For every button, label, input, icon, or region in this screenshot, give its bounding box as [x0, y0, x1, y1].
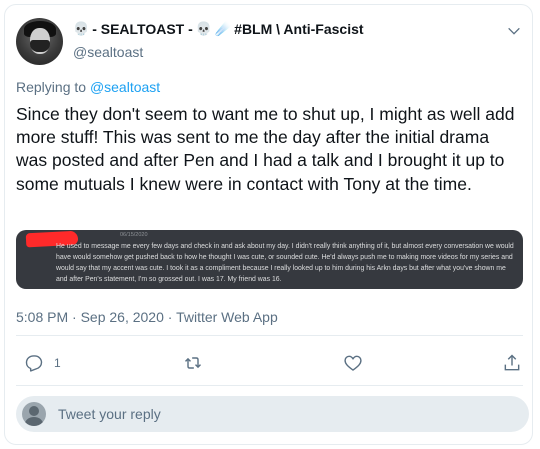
- reply-icon: [25, 355, 43, 372]
- reply-count: 1: [54, 356, 61, 370]
- share-icon: [504, 354, 520, 371]
- display-name-part2: #BLM \ Anti-Fascist: [234, 21, 364, 37]
- tweet-card: 💀 - SEALTOAST - 💀 ☄️ #BLM \ Anti-Fascist…: [4, 4, 533, 445]
- reply-composer[interactable]: [16, 396, 529, 432]
- like-button[interactable]: [343, 351, 363, 375]
- action-bar: 1: [16, 351, 523, 375]
- retweet-icon: [184, 357, 202, 369]
- reply-input[interactable]: [58, 406, 478, 422]
- chevron-down-icon[interactable]: [506, 23, 522, 39]
- divider: [16, 335, 523, 336]
- display-name-part1: - SEALTOAST -: [92, 21, 193, 37]
- share-button[interactable]: [502, 351, 522, 375]
- message-text: He used to message me every few days and…: [56, 243, 514, 283]
- divider: [16, 385, 523, 386]
- retweet-button[interactable]: [183, 351, 203, 375]
- tweet-text: Since they don't seem to want me to shut…: [16, 104, 515, 194]
- author-display-name[interactable]: 💀 - SEALTOAST - 💀 ☄️ #BLM \ Anti-Fascist: [73, 21, 364, 37]
- author-handle[interactable]: @sealtoast: [73, 44, 143, 60]
- skull-icon: 💀: [73, 21, 90, 36]
- author-avatar[interactable]: [16, 18, 63, 65]
- tweet-media-image[interactable]: 06/15/2020 He used to message me every f…: [16, 230, 523, 289]
- message-timestamp: 06/15/2020: [120, 232, 148, 238]
- skull-icon: 💀: [195, 21, 212, 36]
- avatar-mask: [30, 40, 50, 52]
- replying-to: Replying to @sealtoast: [16, 79, 160, 95]
- like-icon: [344, 355, 362, 371]
- replying-to-label: Replying to: [16, 79, 87, 95]
- comet-icon: ☄️: [214, 21, 232, 36]
- replying-to-mention[interactable]: @sealtoast: [90, 79, 160, 95]
- tweet-timestamp[interactable]: 5:08 PM · Sep 26, 2020 · Twitter Web App: [16, 309, 278, 325]
- user-avatar-icon: [22, 402, 46, 426]
- reply-button[interactable]: 1: [24, 351, 61, 375]
